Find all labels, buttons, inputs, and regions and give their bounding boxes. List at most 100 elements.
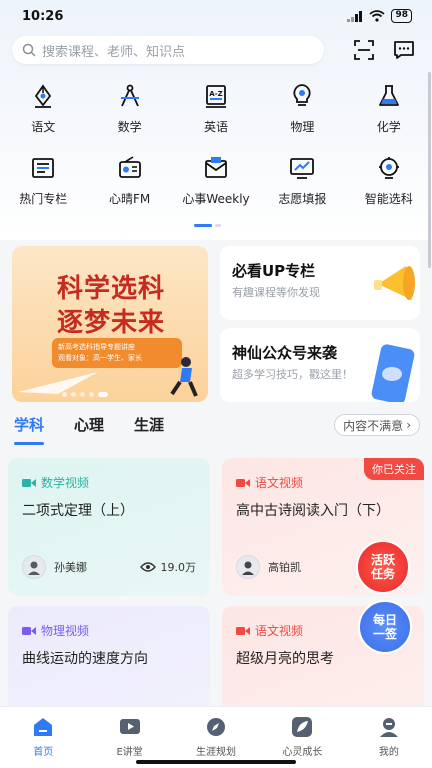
followed-badge: 你已关注 <box>364 458 424 480</box>
chevron-right-icon: › <box>406 418 411 432</box>
nav-home[interactable]: 首页 <box>0 707 86 768</box>
card-title: 超级月亮的思考 <box>236 651 334 667</box>
daily-sign-badge[interactable]: 每日一签 <box>358 600 412 654</box>
avatar <box>22 555 46 579</box>
active-task-badge[interactable]: 活跃任务 <box>356 540 410 594</box>
status-bar: 10:26 98 <box>0 0 432 32</box>
grid-item-label: 心事Weekly <box>182 192 250 206</box>
card-teacher: 孙美娜 <box>22 555 87 579</box>
card-category-label: 数学视频 <box>41 476 90 490</box>
grid-item-application[interactable]: 志愿填报 <box>259 152 345 224</box>
nav-career[interactable]: 生涯规划 <box>173 707 259 768</box>
banner-box-line2: 观看对象：高一学生、家长 <box>58 354 142 362</box>
message-icon <box>394 41 414 59</box>
signal-icon <box>347 10 363 22</box>
card-category-label: 物理视频 <box>41 624 90 638</box>
card-category: 数学视频 <box>22 474 89 491</box>
scan-button[interactable] <box>352 38 376 62</box>
status-time: 10:26 <box>22 8 64 24</box>
grid-item-label: 志愿填报 <box>278 192 327 206</box>
grid-item-label: 智能选科 <box>364 192 413 206</box>
home-indicator <box>136 760 296 764</box>
grid-item-smart-select[interactable]: 智能选科 <box>346 152 432 224</box>
card-title: 二项式定理（上） <box>22 503 134 519</box>
promo-card-official-account[interactable]: 神仙公众号来袭 超多学习技巧，戳这里！ <box>220 328 420 402</box>
message-button[interactable] <box>392 38 416 62</box>
grid-item-label: 热门专栏 <box>19 192 68 206</box>
search-row: 搜索课程、老师、知识点 <box>12 36 420 64</box>
unsatisfied-button[interactable]: 内容不满意 › <box>334 414 420 436</box>
card-title: 曲线运动的速度方向 <box>22 651 148 667</box>
az-book-icon: A-Z <box>202 82 230 110</box>
promo-title: 必看UP专栏 <box>232 262 316 280</box>
search-placeholder: 搜索课程、老师、知识点 <box>42 44 186 60</box>
search-input[interactable]: 搜索课程、老师、知识点 <box>12 36 324 64</box>
nav-label: 心灵成长 <box>282 747 323 758</box>
nav-lecture[interactable]: E讲堂 <box>86 707 172 768</box>
card-views: 19.0万 <box>139 559 197 575</box>
card-category: 语文视频 <box>236 474 303 491</box>
grid-item-label: 化学 <box>376 120 401 134</box>
nav-label: 首页 <box>33 747 54 758</box>
nav-label: 我的 <box>378 747 399 758</box>
card-title: 高中古诗阅读入门（下） <box>236 503 390 519</box>
grid-item-label: 英语 <box>203 120 228 134</box>
banner-box-line1: 新高考选科指导专题讲座 <box>58 343 135 351</box>
banner-title-line2: 逐梦未来 <box>56 308 165 338</box>
envelope-icon <box>202 154 230 182</box>
grid-item-english[interactable]: A-Z 英语 <box>173 80 259 152</box>
nav-mine[interactable]: 我的 <box>346 707 432 768</box>
feature-grid: 语文 数学 A-Z 英语 物理 化学 热门专栏 心晴FM 心事Weekly 志愿… <box>0 80 432 224</box>
megaphone-icon <box>374 266 415 300</box>
card-category: 物理视频 <box>22 622 89 639</box>
grid-item-weekly[interactable]: 心事Weekly <box>173 152 259 224</box>
bulb-gear-icon <box>375 154 403 182</box>
video-card-math[interactable]: 数学视频 二项式定理（上） 孙美娜 19.0万 <box>8 458 210 596</box>
video-icon <box>236 478 250 487</box>
daily-sign-label: 每日一签 <box>372 613 397 641</box>
tab-career[interactable]: 生涯 <box>134 414 164 435</box>
card-category-label: 语文视频 <box>255 624 304 638</box>
unsatisfied-label: 内容不满意 <box>343 418 404 433</box>
chart-board-icon <box>288 154 316 182</box>
lightbulb-icon <box>288 82 316 110</box>
scan-icon <box>354 40 374 60</box>
grid-item-math[interactable]: 数学 <box>86 80 172 152</box>
eye-icon <box>139 562 156 572</box>
compass-nav-icon <box>204 715 228 739</box>
wifi-icon <box>369 10 386 22</box>
phone-chat-icon <box>371 344 415 402</box>
card-category: 语文视频 <box>236 622 303 639</box>
promo-subtitle: 有趣课程等你发现 <box>232 286 320 299</box>
grid-item-physics[interactable]: 物理 <box>259 80 345 152</box>
runner-illustration <box>170 357 198 397</box>
grid-item-label: 数学 <box>117 120 142 134</box>
grid-item-label: 心晴FM <box>108 192 151 206</box>
grid-item-chinese[interactable]: 语文 <box>0 80 86 152</box>
video-icon <box>22 478 36 487</box>
video-icon <box>236 626 250 635</box>
nav-growth[interactable]: 心灵成长 <box>259 707 345 768</box>
tab-subject[interactable]: 学科 <box>14 414 45 445</box>
scrollbar[interactable] <box>428 72 431 268</box>
flask-icon <box>375 82 403 110</box>
tab-psychology[interactable]: 心理 <box>74 414 104 435</box>
card-category-label: 语文视频 <box>255 476 304 490</box>
nav-label: E讲堂 <box>116 747 143 758</box>
user-icon <box>377 715 401 739</box>
grid-item-chemistry[interactable]: 化学 <box>346 80 432 152</box>
promo-title: 神仙公众号来袭 <box>232 344 338 362</box>
grid-item-fm[interactable]: 心晴FM <box>86 152 172 224</box>
banner-dots <box>62 392 108 397</box>
video-icon <box>22 626 36 635</box>
play-icon <box>118 715 142 739</box>
banner-carousel[interactable]: 科学选科 逐梦未来 新高考选科指导专题讲座 观看对象：高一学生、家长 <box>12 246 208 402</box>
active-task-label: 活跃任务 <box>370 553 395 581</box>
grid-item-hot-column[interactable]: 热门专栏 <box>0 152 86 224</box>
leaf-icon <box>290 715 314 739</box>
grid-page-indicator <box>194 224 221 227</box>
teacher-name: 高铂凯 <box>268 561 301 574</box>
promo-card-up-column[interactable]: 必看UP专栏 有趣课程等你发现 <box>220 246 420 320</box>
views-count: 19.0万 <box>160 561 197 574</box>
avatar <box>236 555 260 579</box>
